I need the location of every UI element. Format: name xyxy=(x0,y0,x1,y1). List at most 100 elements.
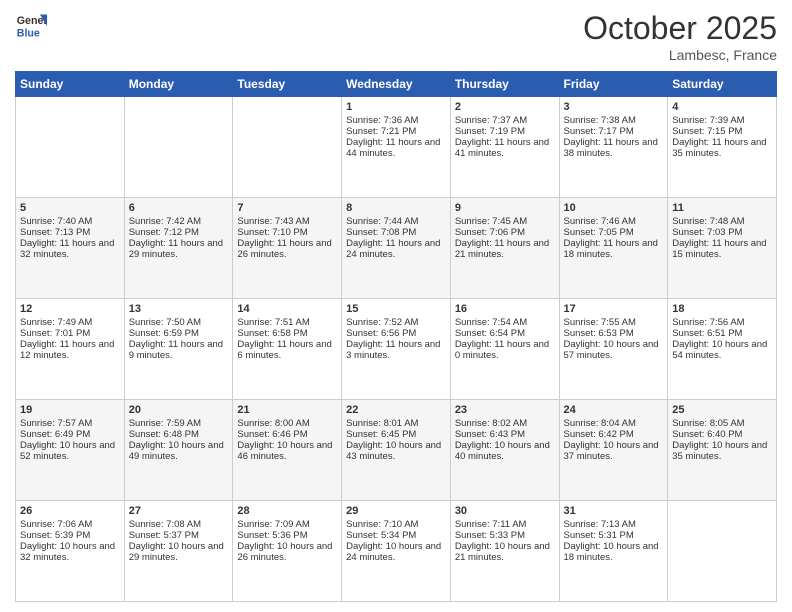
sunset-text: Sunset: 6:53 PM xyxy=(564,328,664,339)
sunrise-text: Sunrise: 8:04 AM xyxy=(564,418,664,429)
day-number: 11 xyxy=(672,202,772,214)
col-saturday: Saturday xyxy=(668,72,777,97)
sunset-text: Sunset: 6:43 PM xyxy=(455,429,555,440)
sunrise-text: Sunrise: 7:45 AM xyxy=(455,216,555,227)
table-row: 18Sunrise: 7:56 AMSunset: 6:51 PMDayligh… xyxy=(668,299,777,400)
svg-text:Blue: Blue xyxy=(17,28,40,40)
calendar-table: Sunday Monday Tuesday Wednesday Thursday… xyxy=(15,71,777,602)
sunset-text: Sunset: 5:33 PM xyxy=(455,530,555,541)
daylight-text: Daylight: 11 hours and 6 minutes. xyxy=(237,339,337,361)
sunset-text: Sunset: 7:19 PM xyxy=(455,126,555,137)
day-number: 3 xyxy=(564,101,664,113)
sunset-text: Sunset: 5:36 PM xyxy=(237,530,337,541)
sunrise-text: Sunrise: 7:50 AM xyxy=(129,317,229,328)
daylight-text: Daylight: 11 hours and 26 minutes. xyxy=(237,238,337,260)
sunset-text: Sunset: 7:13 PM xyxy=(20,227,120,238)
day-number: 5 xyxy=(20,202,120,214)
sunset-text: Sunset: 6:45 PM xyxy=(346,429,446,440)
sunrise-text: Sunrise: 7:13 AM xyxy=(564,519,664,530)
table-row: 15Sunrise: 7:52 AMSunset: 6:56 PMDayligh… xyxy=(342,299,451,400)
calendar-header-row: Sunday Monday Tuesday Wednesday Thursday… xyxy=(16,72,777,97)
daylight-text: Daylight: 11 hours and 35 minutes. xyxy=(672,137,772,159)
day-number: 13 xyxy=(129,303,229,315)
sunset-text: Sunset: 7:15 PM xyxy=(672,126,772,137)
sunset-text: Sunset: 6:54 PM xyxy=(455,328,555,339)
day-number: 27 xyxy=(129,505,229,517)
table-row: 27Sunrise: 7:08 AMSunset: 5:37 PMDayligh… xyxy=(124,501,233,602)
sunrise-text: Sunrise: 7:11 AM xyxy=(455,519,555,530)
table-row: 17Sunrise: 7:55 AMSunset: 6:53 PMDayligh… xyxy=(559,299,668,400)
table-row: 23Sunrise: 8:02 AMSunset: 6:43 PMDayligh… xyxy=(450,400,559,501)
col-friday: Friday xyxy=(559,72,668,97)
daylight-text: Daylight: 11 hours and 24 minutes. xyxy=(346,238,446,260)
sunset-text: Sunset: 7:05 PM xyxy=(564,227,664,238)
day-number: 26 xyxy=(20,505,120,517)
col-thursday: Thursday xyxy=(450,72,559,97)
sunset-text: Sunset: 7:06 PM xyxy=(455,227,555,238)
daylight-text: Daylight: 11 hours and 29 minutes. xyxy=(129,238,229,260)
col-wednesday: Wednesday xyxy=(342,72,451,97)
day-number: 28 xyxy=(237,505,337,517)
table-row xyxy=(668,501,777,602)
table-row: 3Sunrise: 7:38 AMSunset: 7:17 PMDaylight… xyxy=(559,97,668,198)
page: General Blue October 2025 Lambesc, Franc… xyxy=(0,0,792,612)
day-number: 21 xyxy=(237,404,337,416)
table-row: 14Sunrise: 7:51 AMSunset: 6:58 PMDayligh… xyxy=(233,299,342,400)
sunrise-text: Sunrise: 8:02 AM xyxy=(455,418,555,429)
table-row: 30Sunrise: 7:11 AMSunset: 5:33 PMDayligh… xyxy=(450,501,559,602)
daylight-text: Daylight: 11 hours and 44 minutes. xyxy=(346,137,446,159)
daylight-text: Daylight: 11 hours and 21 minutes. xyxy=(455,238,555,260)
daylight-text: Daylight: 10 hours and 49 minutes. xyxy=(129,440,229,462)
daylight-text: Daylight: 11 hours and 41 minutes. xyxy=(455,137,555,159)
day-number: 22 xyxy=(346,404,446,416)
table-row: 9 Sunrise: 7:45 AMSunset: 7:06 PMDaylight… xyxy=(450,198,559,299)
sunset-text: Sunset: 6:59 PM xyxy=(129,328,229,339)
daylight-text: Daylight: 11 hours and 12 minutes. xyxy=(20,339,120,361)
sunrise-text: Sunrise: 7:46 AM xyxy=(564,216,664,227)
day-number: 7 xyxy=(237,202,337,214)
sunset-text: Sunset: 6:51 PM xyxy=(672,328,772,339)
daylight-text: Daylight: 10 hours and 43 minutes. xyxy=(346,440,446,462)
sunrise-text: Sunrise: 7:40 AM xyxy=(20,216,120,227)
sunset-text: Sunset: 7:21 PM xyxy=(346,126,446,137)
day-number: 20 xyxy=(129,404,229,416)
calendar-week-row: 1Sunrise: 7:36 AMSunset: 7:21 PMDaylight… xyxy=(16,97,777,198)
sunset-text: Sunset: 6:58 PM xyxy=(237,328,337,339)
sunset-text: Sunset: 5:37 PM xyxy=(129,530,229,541)
title-block: October 2025 Lambesc, France xyxy=(583,10,777,63)
logo-icon: General Blue xyxy=(15,10,47,42)
table-row xyxy=(16,97,125,198)
daylight-text: Daylight: 11 hours and 32 minutes. xyxy=(20,238,120,260)
table-row: 28Sunrise: 7:09 AMSunset: 5:36 PMDayligh… xyxy=(233,501,342,602)
sunrise-text: Sunrise: 7:54 AM xyxy=(455,317,555,328)
month-title: October 2025 xyxy=(583,10,777,47)
table-row: 24Sunrise: 8:04 AMSunset: 6:42 PMDayligh… xyxy=(559,400,668,501)
table-row: 2Sunrise: 7:37 AMSunset: 7:19 PMDaylight… xyxy=(450,97,559,198)
day-number: 1 xyxy=(346,101,446,113)
sunrise-text: Sunrise: 8:00 AM xyxy=(237,418,337,429)
day-number: 9 xyxy=(455,202,555,214)
sunrise-text: Sunrise: 7:36 AM xyxy=(346,115,446,126)
logo: General Blue xyxy=(15,10,49,42)
daylight-text: Daylight: 10 hours and 54 minutes. xyxy=(672,339,772,361)
table-row: 1 Sunrise: 7:36 AMSunset: 7:21 PMDaylight… xyxy=(342,97,451,198)
daylight-text: Daylight: 10 hours and 37 minutes. xyxy=(564,440,664,462)
day-number: 18 xyxy=(672,303,772,315)
table-row: 19Sunrise: 7:57 AMSunset: 6:49 PMDayligh… xyxy=(16,400,125,501)
table-row: 20Sunrise: 7:59 AMSunset: 6:48 PMDayligh… xyxy=(124,400,233,501)
day-number: 24 xyxy=(564,404,664,416)
day-number: 6 xyxy=(129,202,229,214)
table-row: 8Sunrise: 7:44 AMSunset: 7:08 PMDaylight… xyxy=(342,198,451,299)
sunset-text: Sunset: 6:48 PM xyxy=(129,429,229,440)
sunrise-text: Sunrise: 7:52 AM xyxy=(346,317,446,328)
location: Lambesc, France xyxy=(583,47,777,63)
daylight-text: Daylight: 11 hours and 18 minutes. xyxy=(564,238,664,260)
sunset-text: Sunset: 5:34 PM xyxy=(346,530,446,541)
sunrise-text: Sunrise: 7:42 AM xyxy=(129,216,229,227)
table-row xyxy=(233,97,342,198)
day-number: 12 xyxy=(20,303,120,315)
daylight-text: Daylight: 10 hours and 29 minutes. xyxy=(129,541,229,563)
sunset-text: Sunset: 6:40 PM xyxy=(672,429,772,440)
sunrise-text: Sunrise: 7:43 AM xyxy=(237,216,337,227)
table-row: 26Sunrise: 7:06 AMSunset: 5:39 PMDayligh… xyxy=(16,501,125,602)
